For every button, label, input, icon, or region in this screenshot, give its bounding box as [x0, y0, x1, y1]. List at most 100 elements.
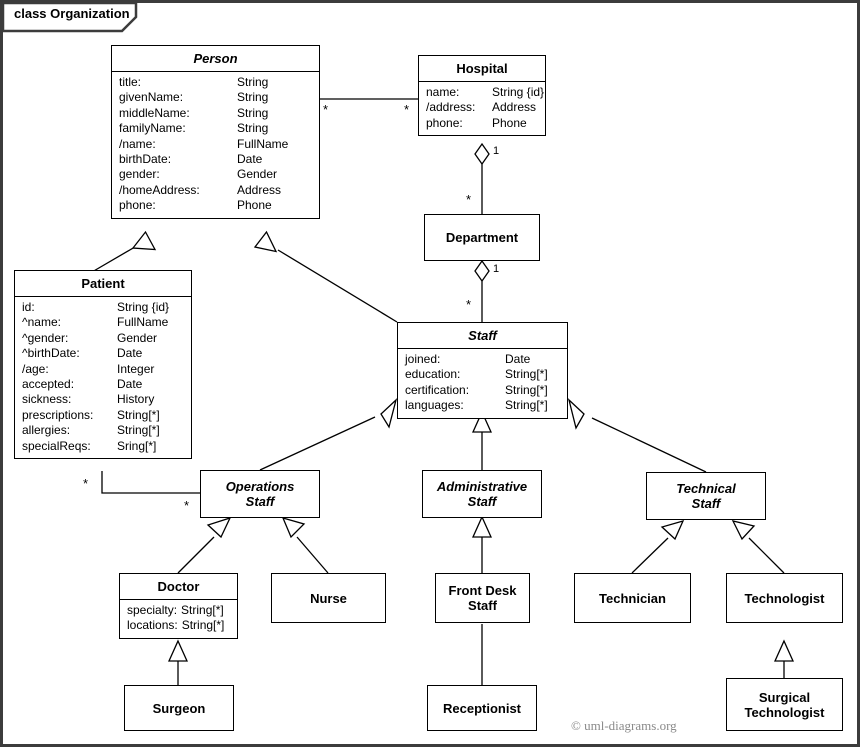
attribute-row: name: String {id} [419, 85, 545, 100]
attribute-row: certification: String[*] [398, 383, 567, 398]
aggregation-diamond-department [474, 259, 490, 283]
class-department[interactable]: Department [424, 214, 540, 261]
attribute-type: Sring[*] [117, 438, 157, 453]
class-surgeon-title: Surgeon [152, 700, 206, 716]
class-receptionist-title: Receptionist [442, 700, 521, 716]
class-person[interactable]: Person title: String givenName: String m… [111, 45, 320, 219]
class-nurse[interactable]: Nurse [271, 573, 386, 623]
class-doctor-title: Doctor [157, 579, 200, 594]
attribute-name: phone: [426, 115, 463, 130]
class-administrative-staff-title: Administrative Staff [436, 479, 528, 509]
attribute-type: Date [117, 346, 143, 361]
class-receptionist[interactable]: Receptionist [427, 685, 537, 731]
attribute-name: languages: [405, 398, 464, 413]
attribute-type: FullName [117, 315, 169, 330]
class-staff-title: Staff [468, 328, 497, 343]
attribute-name: gender: [119, 167, 160, 182]
gen-technician-technical-line [631, 537, 669, 574]
gen-arrow-staff-person [253, 230, 278, 253]
attribute-type: Date [505, 352, 531, 366]
class-patient-attributes: id: String {id} ^name: FullName ^gender:… [15, 297, 191, 458]
attribute-name: /address: [426, 100, 476, 115]
gen-staff-person-line [277, 249, 398, 323]
gen-arrow-doctor-operations [206, 516, 232, 539]
attribute-name: education: [405, 367, 461, 382]
attribute-type: Phone [492, 115, 527, 130]
attribute-row: joined: Date [398, 352, 567, 367]
attribute-row: sickness: History [15, 392, 191, 407]
attribute-row: familyName: String [112, 121, 319, 136]
attribute-name: givenName: [119, 90, 184, 105]
gen-arrow-surgicaltech-technologist [773, 639, 795, 662]
attribute-name: title: [119, 75, 142, 89]
attribute-type: String[*] [505, 382, 548, 397]
class-front-desk-staff-title: Front Desk Staff [448, 583, 517, 613]
attribute-name: joined: [405, 352, 441, 366]
gen-arrow-technologist-technical [731, 520, 756, 541]
attribute-name: locations: [127, 618, 178, 633]
class-patient[interactable]: Patient id: String {id} ^name: FullName … [14, 270, 192, 460]
multiplicity-person-hospital-hospital-end: * [404, 102, 410, 117]
class-surgeon[interactable]: Surgeon [124, 685, 234, 731]
gen-arrow-nurse-operations [281, 517, 306, 539]
class-surgical-technologist-title: Surgical Technologist [744, 689, 825, 720]
attribute-name: ^birthDate: [22, 346, 80, 361]
attribute-type: Gender [237, 167, 278, 182]
uml-class-diagram: class Organization Person title: String … [0, 0, 860, 747]
attribute-name: phone: [119, 198, 156, 213]
class-surgical-technologist[interactable]: Surgical Technologist [726, 678, 843, 731]
attribute-row: /age: Integer [15, 362, 191, 377]
attribute-type: String[*] [505, 367, 548, 382]
attribute-name: id: [22, 300, 35, 314]
attribute-row: title: String [112, 75, 319, 90]
attribute-row: ^name: FullName [15, 315, 191, 330]
attribute-type: History [117, 392, 155, 407]
attribute-type: Phone [237, 198, 272, 213]
attribute-row: ^birthDate: Date [15, 346, 191, 361]
class-administrative-staff[interactable]: Administrative Staff [422, 470, 542, 518]
attribute-type: String[*] [181, 603, 224, 617]
class-patient-title: Patient [81, 276, 125, 291]
attribute-type: String[*] [117, 407, 160, 422]
class-front-desk-staff[interactable]: Front Desk Staff [435, 573, 530, 623]
class-doctor[interactable]: Doctor specialty: String[*] locations: S… [119, 573, 238, 639]
class-operations-staff-title: Operations Staff [225, 479, 295, 509]
class-technologist[interactable]: Technologist [726, 573, 843, 623]
attribute-type: String[*] [181, 618, 225, 633]
attribute-name: name: [426, 85, 460, 99]
class-hospital-attributes: name: String {id} /address: Address phon… [419, 82, 545, 135]
attribute-row: givenName: String [112, 90, 319, 105]
attribute-type: Integer [117, 361, 155, 376]
attribute-name: allergies: [22, 423, 71, 438]
attribute-row: locations: String[*] [120, 618, 237, 633]
class-hospital-title: Hospital [456, 61, 508, 76]
class-staff[interactable]: Staff joined: Date education: String[*] … [397, 322, 568, 419]
class-technical-staff-title: Technical Staff [676, 481, 736, 511]
gen-arrow-frontdesk-administrative [471, 515, 493, 538]
attribute-row: birthDate: Date [112, 152, 319, 167]
attribute-row: languages: String[*] [398, 398, 567, 413]
gen-arrow-patient-person [131, 230, 157, 251]
attribute-name: /homeAddress: [119, 182, 200, 197]
class-operations-staff[interactable]: Operations Staff [200, 470, 320, 518]
attribute-name: birthDate: [119, 152, 172, 167]
attribute-row: /address: Address [419, 100, 545, 115]
attribute-type: String[*] [505, 398, 548, 413]
attribute-name: sickness: [22, 392, 72, 407]
attribute-row: specialty: String[*] [120, 603, 237, 618]
attribute-type: String [237, 105, 269, 120]
gen-arrow-surgeon-doctor [167, 639, 189, 662]
class-hospital[interactable]: Hospital name: String {id} /address: Add… [418, 55, 546, 137]
class-technician[interactable]: Technician [574, 573, 691, 623]
frame-label: class Organization [14, 6, 130, 21]
class-staff-attributes: joined: Date education: String[*] certif… [398, 349, 567, 418]
attribute-name: /name: [119, 136, 156, 151]
multiplicity-department-staff-staff-end: * [466, 297, 472, 312]
class-technical-staff[interactable]: Technical Staff [646, 472, 766, 520]
class-nurse-title: Nurse [310, 590, 347, 606]
attribute-row: allergies: String[*] [15, 423, 191, 438]
multiplicity-patient-operations-patient-end: * [83, 476, 89, 491]
gen-arrow-technical-staff [567, 398, 585, 430]
gen-technologist-technical-line [748, 537, 785, 574]
attribute-type: Address [237, 182, 282, 197]
